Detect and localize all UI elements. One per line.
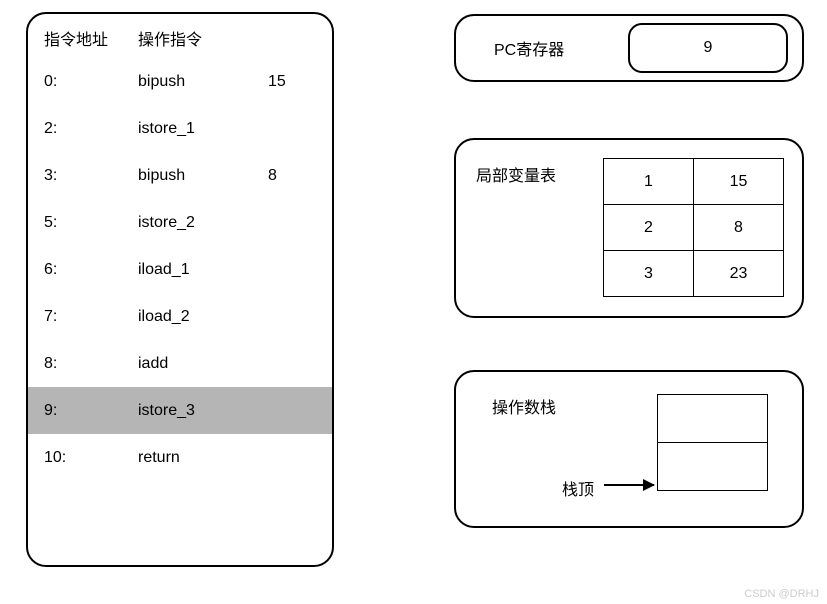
local-variable-table: 1 15 2 8 3 23 (603, 158, 784, 297)
operand-stack-table (657, 394, 768, 491)
pc-register-panel: PC寄存器 9 (454, 14, 804, 82)
instr-addr: 2: (44, 120, 138, 138)
instr-addr: 6: (44, 261, 138, 279)
operand-stack-label: 操作数栈 (492, 394, 556, 418)
instr-op: iadd (138, 355, 268, 373)
table-row (658, 395, 768, 443)
instr-addr: 3: (44, 167, 138, 185)
table-row: 3 23 (604, 251, 784, 297)
instr-arg: 8 (268, 167, 318, 185)
instr-op: iload_1 (138, 261, 268, 279)
instruction-header: 指令地址 操作指令 (28, 26, 332, 58)
instruction-row: 5: istore_2 (28, 199, 332, 246)
instr-op: istore_1 (138, 120, 268, 138)
instruction-row: 10: return (28, 434, 332, 481)
table-row: 1 15 (604, 159, 784, 205)
instruction-row: 3: bipush 8 (28, 152, 332, 199)
instruction-row: 0: bipush 15 (28, 58, 332, 105)
instruction-row-highlighted: 9: istore_3 (28, 387, 332, 434)
lvt-index: 3 (604, 251, 694, 297)
header-address: 指令地址 (44, 26, 138, 50)
instr-addr: 5: (44, 214, 138, 232)
instr-arg: 15 (268, 73, 318, 91)
operand-stack-panel: 操作数栈 栈顶 (454, 370, 804, 528)
lvt-value: 23 (694, 251, 784, 297)
local-variable-table-panel: 局部变量表 1 15 2 8 3 23 (454, 138, 804, 318)
table-row (658, 443, 768, 491)
instr-op: istore_3 (138, 402, 268, 420)
pc-register-label: PC寄存器 (494, 36, 628, 60)
watermark: CSDN @DRHJ (744, 588, 819, 600)
instr-addr: 7: (44, 308, 138, 326)
instruction-panel: 指令地址 操作指令 0: bipush 15 2: istore_1 3: bi… (26, 12, 334, 567)
lvt-value: 8 (694, 205, 784, 251)
instruction-row: 7: iload_2 (28, 293, 332, 340)
instr-op: bipush (138, 73, 268, 91)
pc-register-value: 9 (704, 39, 713, 57)
arrow-icon (604, 484, 654, 486)
lvt-index: 2 (604, 205, 694, 251)
instr-addr: 9: (44, 402, 138, 420)
local-variable-table-label: 局部变量表 (476, 158, 603, 186)
header-operation: 操作指令 (138, 26, 268, 50)
stack-top-label: 栈顶 (562, 476, 594, 500)
table-row: 2 8 (604, 205, 784, 251)
instr-addr: 8: (44, 355, 138, 373)
instr-addr: 0: (44, 73, 138, 91)
instr-op: istore_2 (138, 214, 268, 232)
instr-op: return (138, 449, 268, 467)
stack-cell (658, 395, 768, 443)
pc-register-value-box: 9 (628, 23, 788, 73)
instr-op: bipush (138, 167, 268, 185)
instruction-row: 2: istore_1 (28, 105, 332, 152)
instr-addr: 10: (44, 449, 138, 467)
instr-op: iload_2 (138, 308, 268, 326)
lvt-value: 15 (694, 159, 784, 205)
instruction-row: 8: iadd (28, 340, 332, 387)
stack-cell (658, 443, 768, 491)
instruction-row: 6: iload_1 (28, 246, 332, 293)
lvt-index: 1 (604, 159, 694, 205)
